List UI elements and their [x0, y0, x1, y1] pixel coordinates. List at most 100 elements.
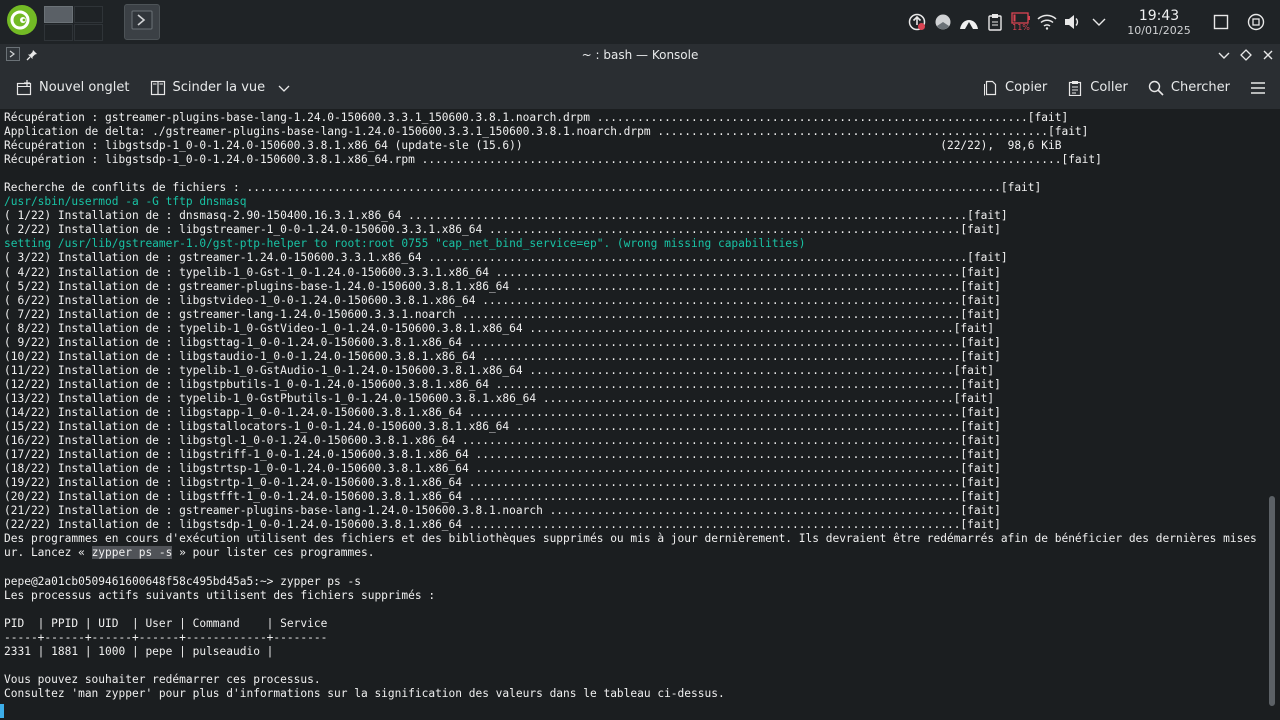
terminal-line: Application de delta: ./gstreamer-plugin… [4, 125, 1089, 139]
volume-icon[interactable] [1059, 8, 1087, 36]
terminal-line: (19/22) Installation de : libgstrtp-1_0-… [4, 476, 1001, 490]
desktop-4[interactable] [74, 24, 103, 41]
minimize-chevron-icon[interactable] [1218, 46, 1230, 65]
terminal-scrollbar[interactable] [1264, 110, 1280, 720]
tray-expand-chevron-icon[interactable] [1085, 8, 1113, 36]
terminal-line: Des programmes en cours d'exécution util… [4, 532, 1264, 546]
terminal-text: » pour lister ces programmes. [172, 546, 375, 560]
digital-clock[interactable]: 19:43 10/01/2025 [1120, 9, 1198, 36]
terminal-line: (21/22) Installation de : gstreamer-plug… [4, 504, 1001, 518]
new-tab-label: Nouvel onglet [39, 80, 130, 95]
terminal-line: pepe@2a01cb0509461600648f58c495bd45a5:~>… [4, 574, 361, 588]
konsole-toolbar: Nouvel onglet Scinder la vue Copier Coll… [0, 66, 1280, 110]
terminal-line: setting /usr/lib/gstreamer-1.0/gst-ptp-h… [4, 237, 806, 251]
close-icon[interactable] [1262, 46, 1274, 65]
terminal-line: /usr/sbin/usermod -a -G tftp dnsmasq [4, 195, 247, 209]
disk-usage-icon[interactable] [929, 8, 957, 36]
kde-connect-icon[interactable] [955, 8, 983, 36]
terminal-line: (13/22) Installation de : typelib-1_0-Gs… [4, 391, 995, 405]
terminal-line: (20/22) Installation de : libgstfft-1_0-… [4, 490, 1001, 504]
clock-time: 19:43 [1138, 7, 1180, 24]
virtual-desktop-pager[interactable] [44, 3, 103, 41]
terminal-line: Vous pouvez souhaiter redémarrer ces pro… [4, 672, 321, 686]
terminal-line: ( 2/22) Installation de : libgstreamer-1… [4, 223, 1001, 237]
copy-icon [984, 80, 997, 95]
terminal-line: Récupération : libgstsdp-1_0-0-1.24.0-15… [4, 153, 1102, 167]
window-menu-icon[interactable] [6, 46, 20, 65]
desktop-1[interactable] [44, 6, 73, 23]
chevron-down-icon [278, 85, 290, 92]
desktop-3[interactable] [44, 24, 73, 41]
window-title: ~ : bash — Konsole [581, 48, 699, 62]
terminal-line: ( 8/22) Installation de : typelib-1_0-Gs… [4, 321, 995, 335]
terminal-line: Recherche de conflits de fichiers : ....… [4, 181, 1042, 195]
show-desktop-icon[interactable] [1207, 8, 1235, 36]
search-label: Chercher [1170, 80, 1230, 95]
desktop-2[interactable] [74, 6, 103, 23]
application-launcher[interactable] [0, 0, 44, 44]
copy-label: Copier [1005, 80, 1048, 95]
terminal-line: ( 3/22) Installation de : gstreamer-1.24… [4, 251, 1008, 265]
power-icon[interactable] [1242, 8, 1270, 36]
terminal-line: (18/22) Installation de : libgstrtsp-1_0… [4, 462, 1001, 476]
terminal-text: ur. Lancez « [4, 546, 92, 560]
copy-button[interactable]: Copier [974, 72, 1055, 104]
terminal-line: ( 7/22) Installation de : gstreamer-lang… [4, 307, 1001, 321]
top-panel: 11% 19:43 10/01/2025 [0, 0, 1280, 44]
terminal-line: Récupération : libgstsdp-1_0-0-1.24.0-15… [4, 139, 1062, 153]
terminal-line: Récupération : gstreamer-plugins-base-la… [4, 111, 1069, 124]
hamburger-menu-icon [1251, 81, 1265, 94]
terminal-line: Les processus actifs suivants utilisent … [4, 588, 436, 602]
window-titlebar[interactable]: ~ : bash — Konsole [0, 44, 1280, 66]
highlighted-command: zypper ps -s [91, 546, 173, 560]
split-view-label: Scinder la vue [172, 80, 266, 95]
terminal-line: ( 5/22) Installation de : gstreamer-plug… [4, 279, 1001, 293]
hamburger-menu-button[interactable] [1242, 72, 1274, 104]
search-icon [1148, 80, 1164, 96]
terminal-line: (10/22) Installation de : libgstaudio-1_… [4, 349, 1001, 363]
terminal-line: ( 1/22) Installation de : dnsmasq-2.90-1… [4, 209, 1008, 223]
terminal-line: ( 6/22) Installation de : libgstvideo-1_… [4, 293, 1001, 307]
clipboard-icon[interactable] [981, 8, 1009, 36]
terminal-line: Consultez 'man zypper' pour plus d'infor… [4, 686, 725, 700]
search-button[interactable]: Chercher [1140, 72, 1238, 104]
terminal-line: ( 4/22) Installation de : typelib-1_0-Gs… [4, 265, 1001, 279]
opensuse-logo-icon [6, 4, 38, 40]
maximize-diamond-icon[interactable] [1240, 46, 1252, 65]
terminal-icon [131, 9, 153, 35]
paste-button[interactable]: Coller [1059, 72, 1136, 104]
paste-label: Coller [1090, 80, 1128, 95]
terminal-line: (22/22) Installation de : libgstsdp-1_0-… [4, 518, 1001, 532]
new-tab-icon [16, 79, 32, 95]
wifi-icon[interactable] [1033, 8, 1061, 36]
terminal-line: ur. Lancez « zypper ps -s » pour lister … [4, 546, 1264, 560]
terminal-line: (16/22) Installation de : libgstgl-1_0-0… [4, 434, 1001, 448]
keep-on-top-pin-icon[interactable] [26, 46, 38, 65]
split-view-button[interactable]: Scinder la vue [142, 72, 299, 104]
terminal-line: -----+------+------+------+------------+… [4, 630, 328, 644]
terminal-line: ( 9/22) Installation de : libgsttag-1_0-… [4, 335, 1001, 349]
terminal-cursor [0, 704, 4, 718]
update-notifier-icon[interactable] [903, 8, 931, 36]
split-view-icon [150, 80, 165, 95]
terminal-line: PID | PPID | UID | User | Command | Serv… [4, 616, 328, 630]
paste-icon [1069, 80, 1082, 96]
scrollbar-thumb[interactable] [1269, 496, 1275, 706]
task-konsole[interactable] [124, 4, 160, 40]
terminal-line: (14/22) Installation de : libgstapp-1_0-… [4, 405, 1001, 419]
system-tray: 11% 19:43 10/01/2025 [904, 0, 1280, 44]
terminal-line: 2331 | 1881 | 1000 | pepe | pulseaudio | [4, 644, 274, 658]
battery-icon[interactable]: 11% [1007, 8, 1035, 36]
terminal-line: (11/22) Installation de : typelib-1_0-Gs… [4, 363, 995, 377]
terminal-line: (12/22) Installation de : libgstpbutils-… [4, 377, 1001, 391]
terminal-line: (17/22) Installation de : libgstriff-1_0… [4, 448, 1001, 462]
battery-percentage: 11% [1012, 23, 1030, 32]
terminal-output[interactable]: Récupération : gstreamer-plugins-base-la… [0, 110, 1264, 720]
terminal-line: (15/22) Installation de : libgstallocato… [4, 420, 1001, 434]
new-tab-button[interactable]: Nouvel onglet [8, 72, 138, 104]
clock-date: 10/01/2025 [1127, 23, 1191, 37]
